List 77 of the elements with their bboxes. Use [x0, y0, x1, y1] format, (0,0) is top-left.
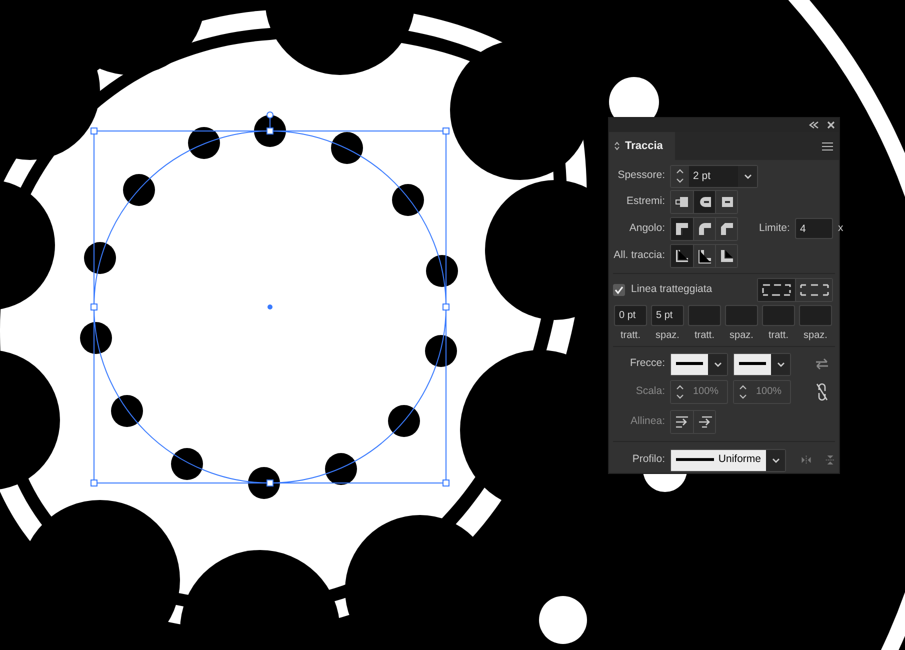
dot	[388, 405, 420, 437]
stroke-align-icon	[696, 248, 712, 264]
dash-field[interactable]	[688, 304, 721, 326]
dash-field[interactable]: 0 pt	[614, 304, 647, 326]
field-label: Limite:	[759, 220, 790, 236]
circle-shape	[539, 596, 587, 644]
dot	[425, 335, 457, 367]
arrow-end-swatch[interactable]	[734, 354, 771, 374]
menu-icon[interactable]	[822, 142, 833, 150]
dash-field[interactable]	[799, 304, 832, 326]
corner-icon	[718, 220, 734, 236]
dot	[171, 448, 203, 480]
dot	[254, 115, 286, 147]
center-option[interactable]	[671, 244, 693, 266]
arrow-icon	[674, 414, 690, 430]
miter-option[interactable]	[671, 218, 693, 240]
square-option[interactable]	[715, 190, 737, 212]
arrow-start-swatch[interactable]	[671, 354, 708, 374]
bevel-option[interactable]	[715, 218, 737, 240]
flip-horizontal-icon[interactable]	[801, 453, 812, 467]
stroke-align-icon	[718, 248, 734, 264]
dot	[111, 395, 143, 427]
field-label: Allinea:	[630, 414, 665, 430]
limit-field[interactable]: 4	[794, 218, 833, 239]
stroke-align-icon	[674, 248, 690, 264]
dash-field[interactable]	[762, 304, 795, 326]
round-option[interactable]	[693, 190, 715, 212]
dropdown-button[interactable]	[766, 450, 785, 470]
dot	[188, 127, 220, 159]
field-label: Angolo:	[628, 220, 665, 236]
field-caption: spaz.	[802, 328, 828, 342]
arrow-icon	[696, 414, 712, 430]
dash-mode-option[interactable]	[795, 279, 832, 301]
dot	[80, 322, 112, 354]
panel-tab[interactable]: Traccia	[609, 132, 675, 160]
field-caption: tratt.	[767, 328, 790, 342]
spinner-icon[interactable]	[738, 383, 748, 401]
field-caption: tratt.	[619, 328, 642, 342]
corner-icon	[674, 220, 690, 236]
unit-label: x	[838, 220, 844, 236]
corner-icon	[696, 220, 712, 236]
dot	[331, 132, 363, 164]
line-icon	[739, 362, 766, 366]
checkbox-label: Linea tratteggiata	[631, 282, 714, 298]
dot	[248, 467, 280, 499]
field-label: All. traccia:	[613, 248, 665, 263]
checkbox[interactable]	[613, 284, 625, 296]
dropdown-button[interactable]	[771, 354, 790, 374]
swap-icon[interactable]	[815, 358, 829, 370]
selected-circle-path[interactable]	[90, 112, 450, 486]
collapse-icon[interactable]	[809, 121, 819, 129]
outside-option[interactable]	[715, 244, 737, 266]
dash-field[interactable]	[725, 304, 758, 326]
dot	[123, 174, 155, 206]
dot	[84, 242, 116, 274]
field-caption: tratt.	[693, 328, 716, 342]
dot	[392, 184, 424, 216]
line-icon	[676, 362, 703, 366]
field-label: Scala:	[634, 384, 665, 400]
field-label: Estremi:	[625, 194, 665, 209]
expand-icon[interactable]	[614, 141, 620, 151]
field-caption: spaz.	[728, 328, 754, 342]
profile-dropdown[interactable]: Uniforme	[671, 450, 766, 470]
dropdown-button[interactable]	[708, 354, 727, 374]
field-caption: spaz.	[654, 328, 680, 342]
dash-mode-option[interactable]	[758, 279, 795, 301]
dot	[325, 453, 357, 485]
spinner-icon[interactable]	[675, 383, 685, 401]
field-label: Frecce:	[628, 356, 665, 372]
dot	[426, 255, 458, 287]
flip-vertical-icon[interactable]	[824, 453, 835, 467]
dash-field[interactable]: 5 pt	[651, 304, 684, 326]
check-icon	[614, 285, 624, 295]
line-icon	[676, 458, 714, 462]
field-label: Spessore:	[616, 168, 665, 184]
close-icon[interactable]	[827, 121, 835, 129]
field-label: Profilo:	[631, 452, 665, 468]
